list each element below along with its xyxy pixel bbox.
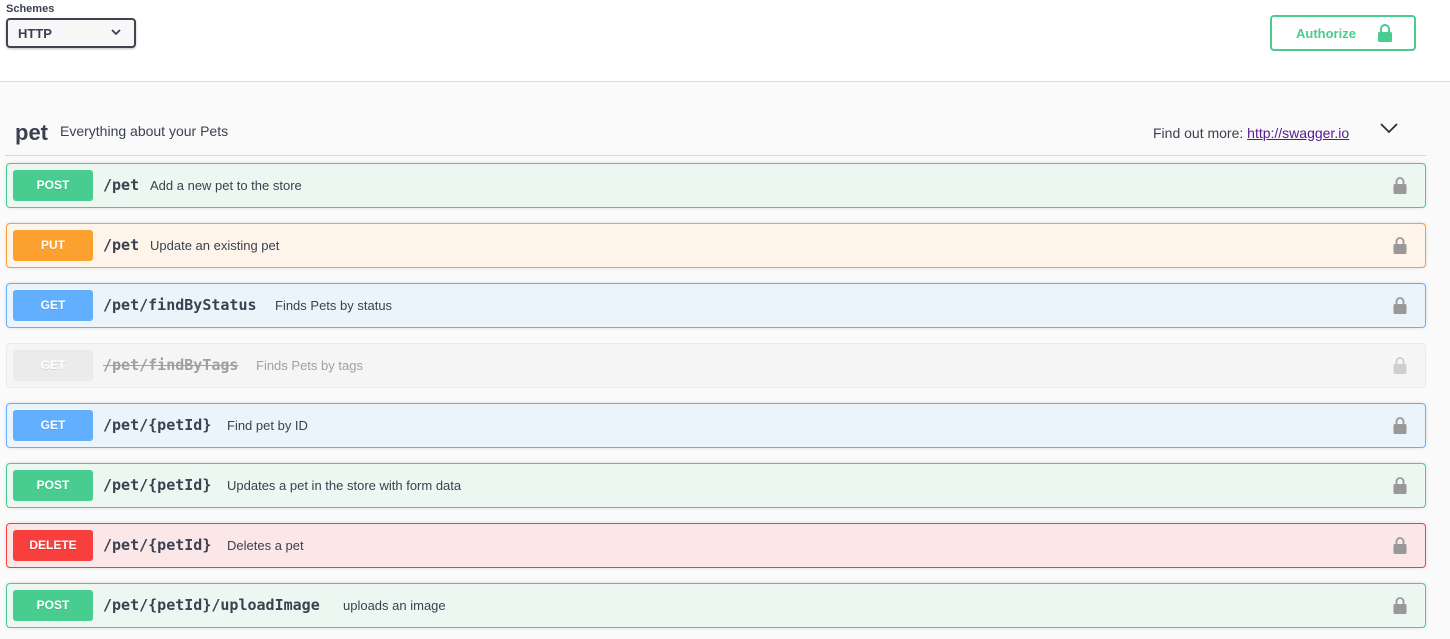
find-more: Find out more: http://swagger.io	[1153, 125, 1349, 141]
operation-path: /pet	[103, 176, 140, 194]
authorize-label: Authorize	[1296, 26, 1356, 41]
operation-summary: Updates a pet in the store with form dat…	[227, 478, 462, 493]
operation-summary: Deletes a pet	[227, 538, 304, 553]
operation-summary: Finds Pets by status	[275, 298, 393, 313]
operation-post-petid[interactable]: POST /pet/{petId} Updates a pet in the s…	[6, 463, 1426, 508]
method-badge: GET	[13, 410, 93, 441]
method-badge: PUT	[13, 230, 93, 261]
method-badge: GET	[13, 290, 93, 321]
operation-delete-petid[interactable]: DELETE /pet/{petId} Deletes a pet	[6, 523, 1426, 568]
method-badge: DELETE	[13, 530, 93, 561]
operation-summary: uploads an image	[343, 598, 446, 613]
operation-summary: Update an existing pet	[150, 238, 280, 253]
schemes-label: Schemes	[6, 3, 55, 15]
operation-path: /pet/{petId}	[103, 476, 212, 494]
schemes-select[interactable]: HTTP	[6, 18, 136, 48]
operation-summary: Finds Pets by tags	[256, 358, 363, 373]
method-badge: POST	[13, 470, 93, 501]
operation-post-uploadimage[interactable]: POST /pet/{petId}/uploadImage uploads an…	[6, 583, 1426, 628]
tag-name: pet	[15, 120, 48, 145]
lock-icon[interactable]	[1393, 476, 1407, 495]
method-badge: POST	[13, 590, 93, 621]
operation-put-pet[interactable]: PUT /pet Update an existing pet	[6, 223, 1426, 268]
operation-get-petid[interactable]: GET /pet/{petId} Find pet by ID	[6, 403, 1426, 448]
lock-icon[interactable]	[1393, 356, 1407, 375]
operation-summary: Find pet by ID	[227, 418, 308, 433]
operation-summary: Add a new pet to the store	[150, 178, 302, 193]
operation-path: /pet/{petId}/uploadImage	[103, 596, 320, 614]
method-badge: POST	[13, 170, 93, 201]
method-badge: GET	[13, 350, 93, 381]
lock-icon[interactable]	[1393, 296, 1407, 315]
chevron-down-icon[interactable]	[1380, 121, 1398, 135]
operation-path: /pet	[103, 236, 140, 254]
lock-icon[interactable]	[1393, 536, 1407, 555]
schemes-selected-value: HTTP	[18, 26, 52, 41]
operation-get-findbystatus[interactable]: GET /pet/findByStatus Finds Pets by stat…	[6, 283, 1426, 328]
lock-icon[interactable]	[1393, 176, 1407, 195]
operation-path: /pet/{petId}	[103, 416, 212, 434]
operation-path: /pet/{petId}	[103, 536, 212, 554]
operation-post-pet[interactable]: POST /pet Add a new pet to the store	[6, 163, 1426, 208]
lock-icon	[1378, 24, 1392, 42]
tag-header-pet[interactable]: pet Everything about your Pets Find out …	[5, 104, 1426, 156]
operation-path: /pet/findByTags	[103, 356, 239, 374]
authorize-button[interactable]: Authorize	[1270, 15, 1416, 51]
operation-get-findbytags[interactable]: GET /pet/findByTags Finds Pets by tags	[6, 343, 1426, 388]
lock-icon[interactable]	[1393, 596, 1407, 615]
operations-section: pet Everything about your Pets Find out …	[0, 82, 1450, 639]
chevron-down-icon	[111, 29, 121, 36]
lock-icon[interactable]	[1393, 416, 1407, 435]
operation-path: /pet/findByStatus	[103, 296, 257, 314]
tag-description: Everything about your Pets	[60, 123, 229, 139]
find-more-link[interactable]: http://swagger.io	[1247, 125, 1349, 141]
top-bar: Schemes HTTP Authorize	[0, 0, 1450, 82]
find-more-label: Find out more:	[1153, 125, 1244, 141]
lock-icon[interactable]	[1393, 236, 1407, 255]
